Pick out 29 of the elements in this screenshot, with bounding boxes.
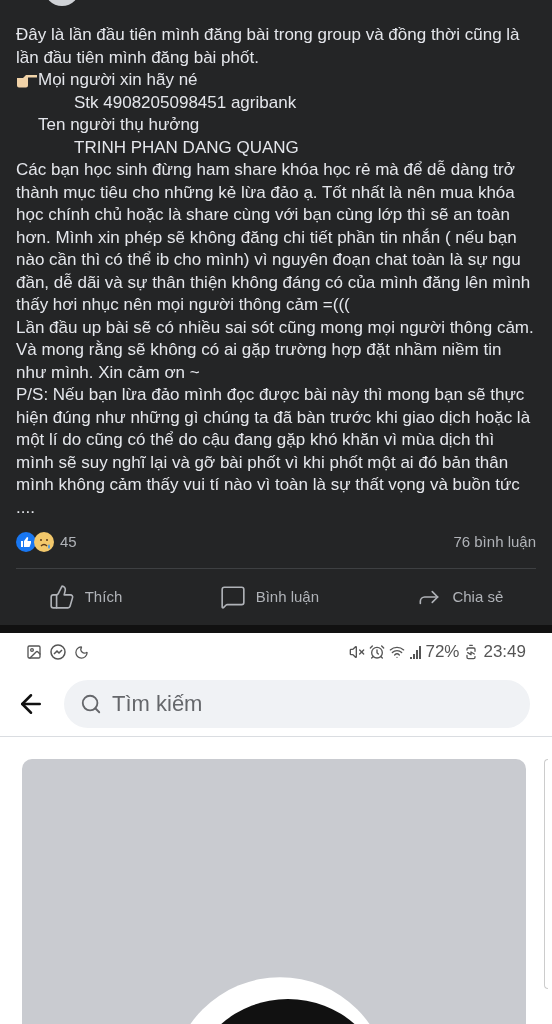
like-reaction-icon [16, 532, 36, 552]
battery-percent: 72% [425, 641, 460, 664]
clock-time: 23:49 [483, 641, 526, 664]
mute-icon [349, 644, 366, 660]
search-field[interactable]: Tìm kiếm [64, 679, 530, 728]
comment-count[interactable]: 76 bình luận [453, 530, 536, 554]
post-text: Các bạn học sinh đừng ham share khóa học rẻ mà để dễ dàng trở thành mục tiêu cho những kẻ lừa đảo ạ. Tốt nhất là nên mua khóa học chính chủ hoặc là share cùng với bạn cùng lớp thì sẽ an toàn hơn. Mình xin phép sẽ không đăng chi tiết phần tin nhắn ( nếu bạn nào cần thì có thể ib cho mình) vì nguyên đoạn chat toàn là sự ngu đần, dễ dãi và sự thân thiện không đáng có của mình đăng lên mình thấy hơi nhục nên mọi người thông cảm =((( [16, 159, 532, 316]
speech-bubble-icon [219, 584, 246, 610]
post-action-button[interactable]: Bình luận [211, 580, 327, 614]
post-text: Mọi người xin hãy né [38, 69, 198, 91]
post-text: Đây là lần đầu tiên mình đăng bài trong group và đồng thời cũng là lần đầu tiên mình đăng bài phốt. [16, 24, 521, 69]
post-text: Ten người thụ hưởng [37, 114, 201, 136]
moon-icon [74, 644, 89, 660]
search-icon [80, 692, 102, 715]
post-text: Lần đầu up bài sẽ có nhiều sai sót cũng mong mọi người thông cảm. Và mong rằng sẽ không có ai gặp trường hợp đặt nhầm niềm tin như mình. Xin cảm ơn ~ [16, 316, 535, 384]
post-action-button[interactable]: Thích [40, 580, 131, 614]
gallery-icon [26, 644, 42, 660]
thumbs-up-icon [48, 584, 75, 610]
post-action-button[interactable]: Chia sẻ [408, 580, 512, 614]
reaction-count: 45 [60, 531, 77, 552]
wifi-icon [389, 644, 406, 660]
post-text: Stk 4908205098451 agribank [73, 91, 298, 114]
post-text: TRINH PHAN DANG QUANG [73, 136, 300, 159]
pointing-hand-icon [16, 72, 38, 89]
post-text: P/S: Nếu bạn lừa đảo mình đọc được bài này thì mong bạn sẽ thực hiện đúng như những gì chúng ta đã bàn trước khi giao dịch hoặc là một lí do cũng có thể do cậu đang gặp khó khăn vì mùa dịch thì mình sẽ suy nghĩ lại và gỡ bài phốt vì khi phốt một ai đó bản thân mình không cảm thấy vui tí nào vì toàn là sự thất vọng và buồn tức .... [16, 384, 532, 519]
signal-icon [409, 645, 422, 659]
sad-reaction-icon [34, 532, 54, 552]
messenger-icon [50, 644, 66, 660]
alarm-icon [369, 644, 386, 660]
